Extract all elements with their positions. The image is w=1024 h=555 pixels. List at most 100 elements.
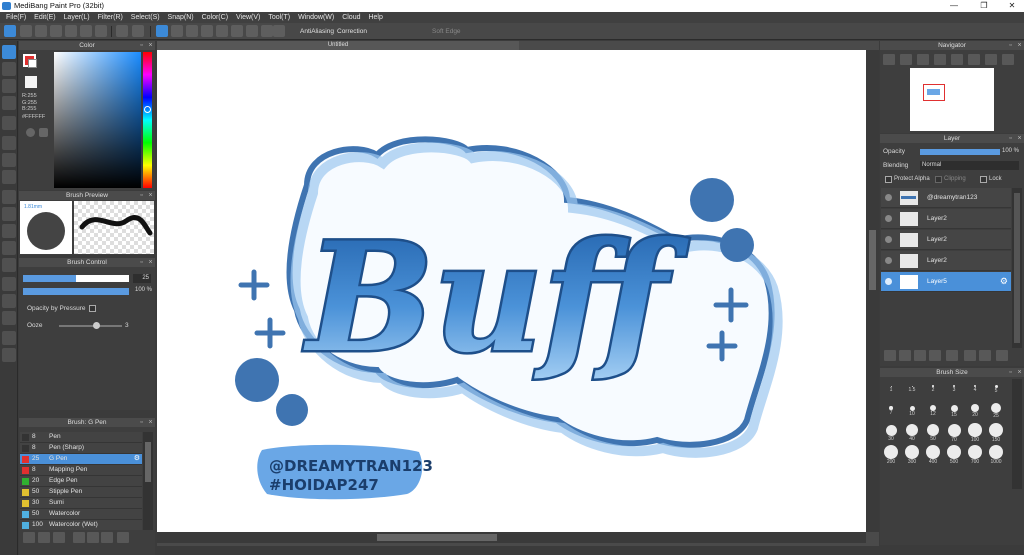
document-tab[interactable]: Untitled xyxy=(157,41,519,50)
menu-edit[interactable]: Edit(E) xyxy=(34,14,55,21)
panel-float-icon[interactable]: ▫ xyxy=(138,419,145,426)
grid-icon[interactable] xyxy=(95,25,107,37)
panel-float-icon[interactable]: ▫ xyxy=(1007,369,1014,376)
undo-icon[interactable] xyxy=(116,25,128,37)
brush-item[interactable]: 20 Edge Pen xyxy=(20,476,142,487)
brush-size-option[interactable]: 3 xyxy=(944,379,964,400)
snap-vanishing-icon[interactable] xyxy=(201,25,213,37)
menu-view[interactable]: View(V) xyxy=(236,14,260,21)
close-button[interactable]: ✕ xyxy=(1002,0,1022,12)
blending-select[interactable]: Normal xyxy=(920,161,1019,170)
snap-parallel-icon[interactable] xyxy=(171,25,183,37)
snap-off-icon[interactable] xyxy=(156,25,168,37)
brush-size-option[interactable]: 2 xyxy=(923,379,943,400)
eraser-tool-icon[interactable] xyxy=(2,62,16,76)
delete-brush-icon[interactable] xyxy=(117,532,129,543)
visibility-eye-icon[interactable] xyxy=(885,257,892,264)
fit-icon[interactable] xyxy=(917,54,929,65)
check-tool-icon[interactable] xyxy=(2,96,16,110)
brush-item[interactable]: 50 Stipple Pen xyxy=(20,487,142,498)
layer-row[interactable]: @dreamytran123 xyxy=(881,188,1011,208)
brush-size-option[interactable]: 1 xyxy=(881,379,901,400)
layer-row-selected[interactable]: Layer5 ⚙ xyxy=(881,272,1011,292)
lasso-tool-icon[interactable] xyxy=(2,207,16,221)
hand-tool-icon[interactable] xyxy=(2,348,16,362)
navigator-thumbnail[interactable] xyxy=(910,68,994,131)
navigator-viewport-box[interactable] xyxy=(923,84,945,101)
brush-item[interactable]: 8 Pen (Sharp) xyxy=(20,443,142,454)
clipping-checkbox[interactable] xyxy=(935,176,942,183)
menu-filter[interactable]: Filter(R) xyxy=(98,14,123,21)
export-icon[interactable] xyxy=(80,25,92,37)
visibility-eye-icon[interactable] xyxy=(885,215,892,222)
saturation-value-picker[interactable] xyxy=(54,52,141,188)
bucket-tool-icon[interactable] xyxy=(2,153,16,167)
visibility-eye-icon[interactable] xyxy=(885,236,892,243)
panel-close-icon[interactable]: × xyxy=(1016,135,1023,142)
dot-tool-icon[interactable] xyxy=(2,79,16,93)
brush-size-option[interactable]: 25 xyxy=(986,401,1006,422)
select-eraser-tool-icon[interactable] xyxy=(2,258,16,272)
brush-list-scrollbar[interactable] xyxy=(143,432,153,530)
panel-close-icon[interactable]: × xyxy=(147,192,154,199)
eyedropper-tool-icon[interactable] xyxy=(2,311,16,325)
zoom-out-icon[interactable] xyxy=(883,54,895,65)
background-color-swatch[interactable] xyxy=(28,59,37,68)
new-layer-icon[interactable] xyxy=(884,350,896,361)
panel-float-icon[interactable]: ▫ xyxy=(138,42,145,49)
brush-size-option[interactable]: 5 xyxy=(986,379,1006,400)
lock-checkbox[interactable] xyxy=(980,176,987,183)
layer-menu-icon[interactable] xyxy=(929,350,941,361)
menu-help[interactable]: Help xyxy=(368,14,382,21)
hue-handle[interactable] xyxy=(144,106,151,113)
drawing-canvas[interactable]: Buff @DREAMYTRAN123 #HOIDAP247 xyxy=(157,50,866,532)
panel-close-icon[interactable]: × xyxy=(147,419,154,426)
brush-folder-icon[interactable] xyxy=(87,532,99,543)
brush-menu-icon[interactable] xyxy=(53,532,65,543)
reset-rotation-icon[interactable] xyxy=(968,54,980,65)
new-brush-icon[interactable] xyxy=(38,532,50,543)
canvas-vertical-scrollbar[interactable] xyxy=(866,50,879,532)
new-file-icon[interactable] xyxy=(20,25,32,37)
ooze-handle[interactable] xyxy=(93,322,100,329)
brush-tool-icon[interactable] xyxy=(2,45,16,59)
panel-float-icon[interactable]: ▫ xyxy=(138,192,145,199)
menu-tool[interactable]: Tool(T) xyxy=(268,14,290,21)
minimize-button[interactable]: — xyxy=(944,0,964,12)
layer-opacity-slider[interactable] xyxy=(920,149,1000,155)
brush-item[interactable]: 50 Watercolor xyxy=(20,509,142,520)
visibility-eye-icon[interactable] xyxy=(885,194,892,201)
canvas-horizontal-scrollbar[interactable] xyxy=(157,532,866,543)
cloud-icon[interactable] xyxy=(4,25,16,37)
color-picker-icon[interactable] xyxy=(39,128,48,137)
rotate-right-icon[interactable] xyxy=(985,54,997,65)
brush-size-option[interactable]: 1000 xyxy=(986,445,1006,466)
snap-3d-icon[interactable] xyxy=(261,25,273,37)
ooze-slider[interactable] xyxy=(59,325,122,327)
delete-layer-icon[interactable] xyxy=(996,350,1008,361)
snap-cross-icon[interactable] xyxy=(186,25,198,37)
duplicate-layer-icon[interactable] xyxy=(964,350,976,361)
pen-tool-icon[interactable] xyxy=(2,331,16,345)
protect-alpha-checkbox[interactable] xyxy=(885,176,892,183)
brush-size-option[interactable]: 100 xyxy=(965,423,985,444)
brush-item-selected[interactable]: 25 G Pen ⚙ xyxy=(20,454,142,465)
divide-tool-icon[interactable] xyxy=(2,294,16,308)
menu-snap[interactable]: Snap(N) xyxy=(168,14,194,21)
magic-wand-tool-icon[interactable] xyxy=(2,224,16,238)
brush-size-option[interactable]: 20 xyxy=(965,401,985,422)
menu-select[interactable]: Select(S) xyxy=(131,14,160,21)
brush-size-scrollbar[interactable] xyxy=(1012,379,1022,489)
brush-size-option[interactable]: 4 xyxy=(965,379,985,400)
maximize-button[interactable]: ❐ xyxy=(974,0,994,12)
save-icon[interactable] xyxy=(50,25,62,37)
new-halftone-layer-icon[interactable] xyxy=(899,350,911,361)
panel-float-icon[interactable]: ▫ xyxy=(138,259,145,266)
brush-size-option[interactable]: 30 xyxy=(881,423,901,444)
text-tool-icon[interactable] xyxy=(2,277,16,291)
gradient-tool-icon[interactable] xyxy=(2,170,16,184)
layer-settings-gear-icon[interactable]: ⚙ xyxy=(1000,276,1008,287)
panel-close-icon[interactable]: × xyxy=(147,259,154,266)
select-pen-tool-icon[interactable] xyxy=(2,241,16,255)
layer-row[interactable]: Layer2 xyxy=(881,251,1011,271)
